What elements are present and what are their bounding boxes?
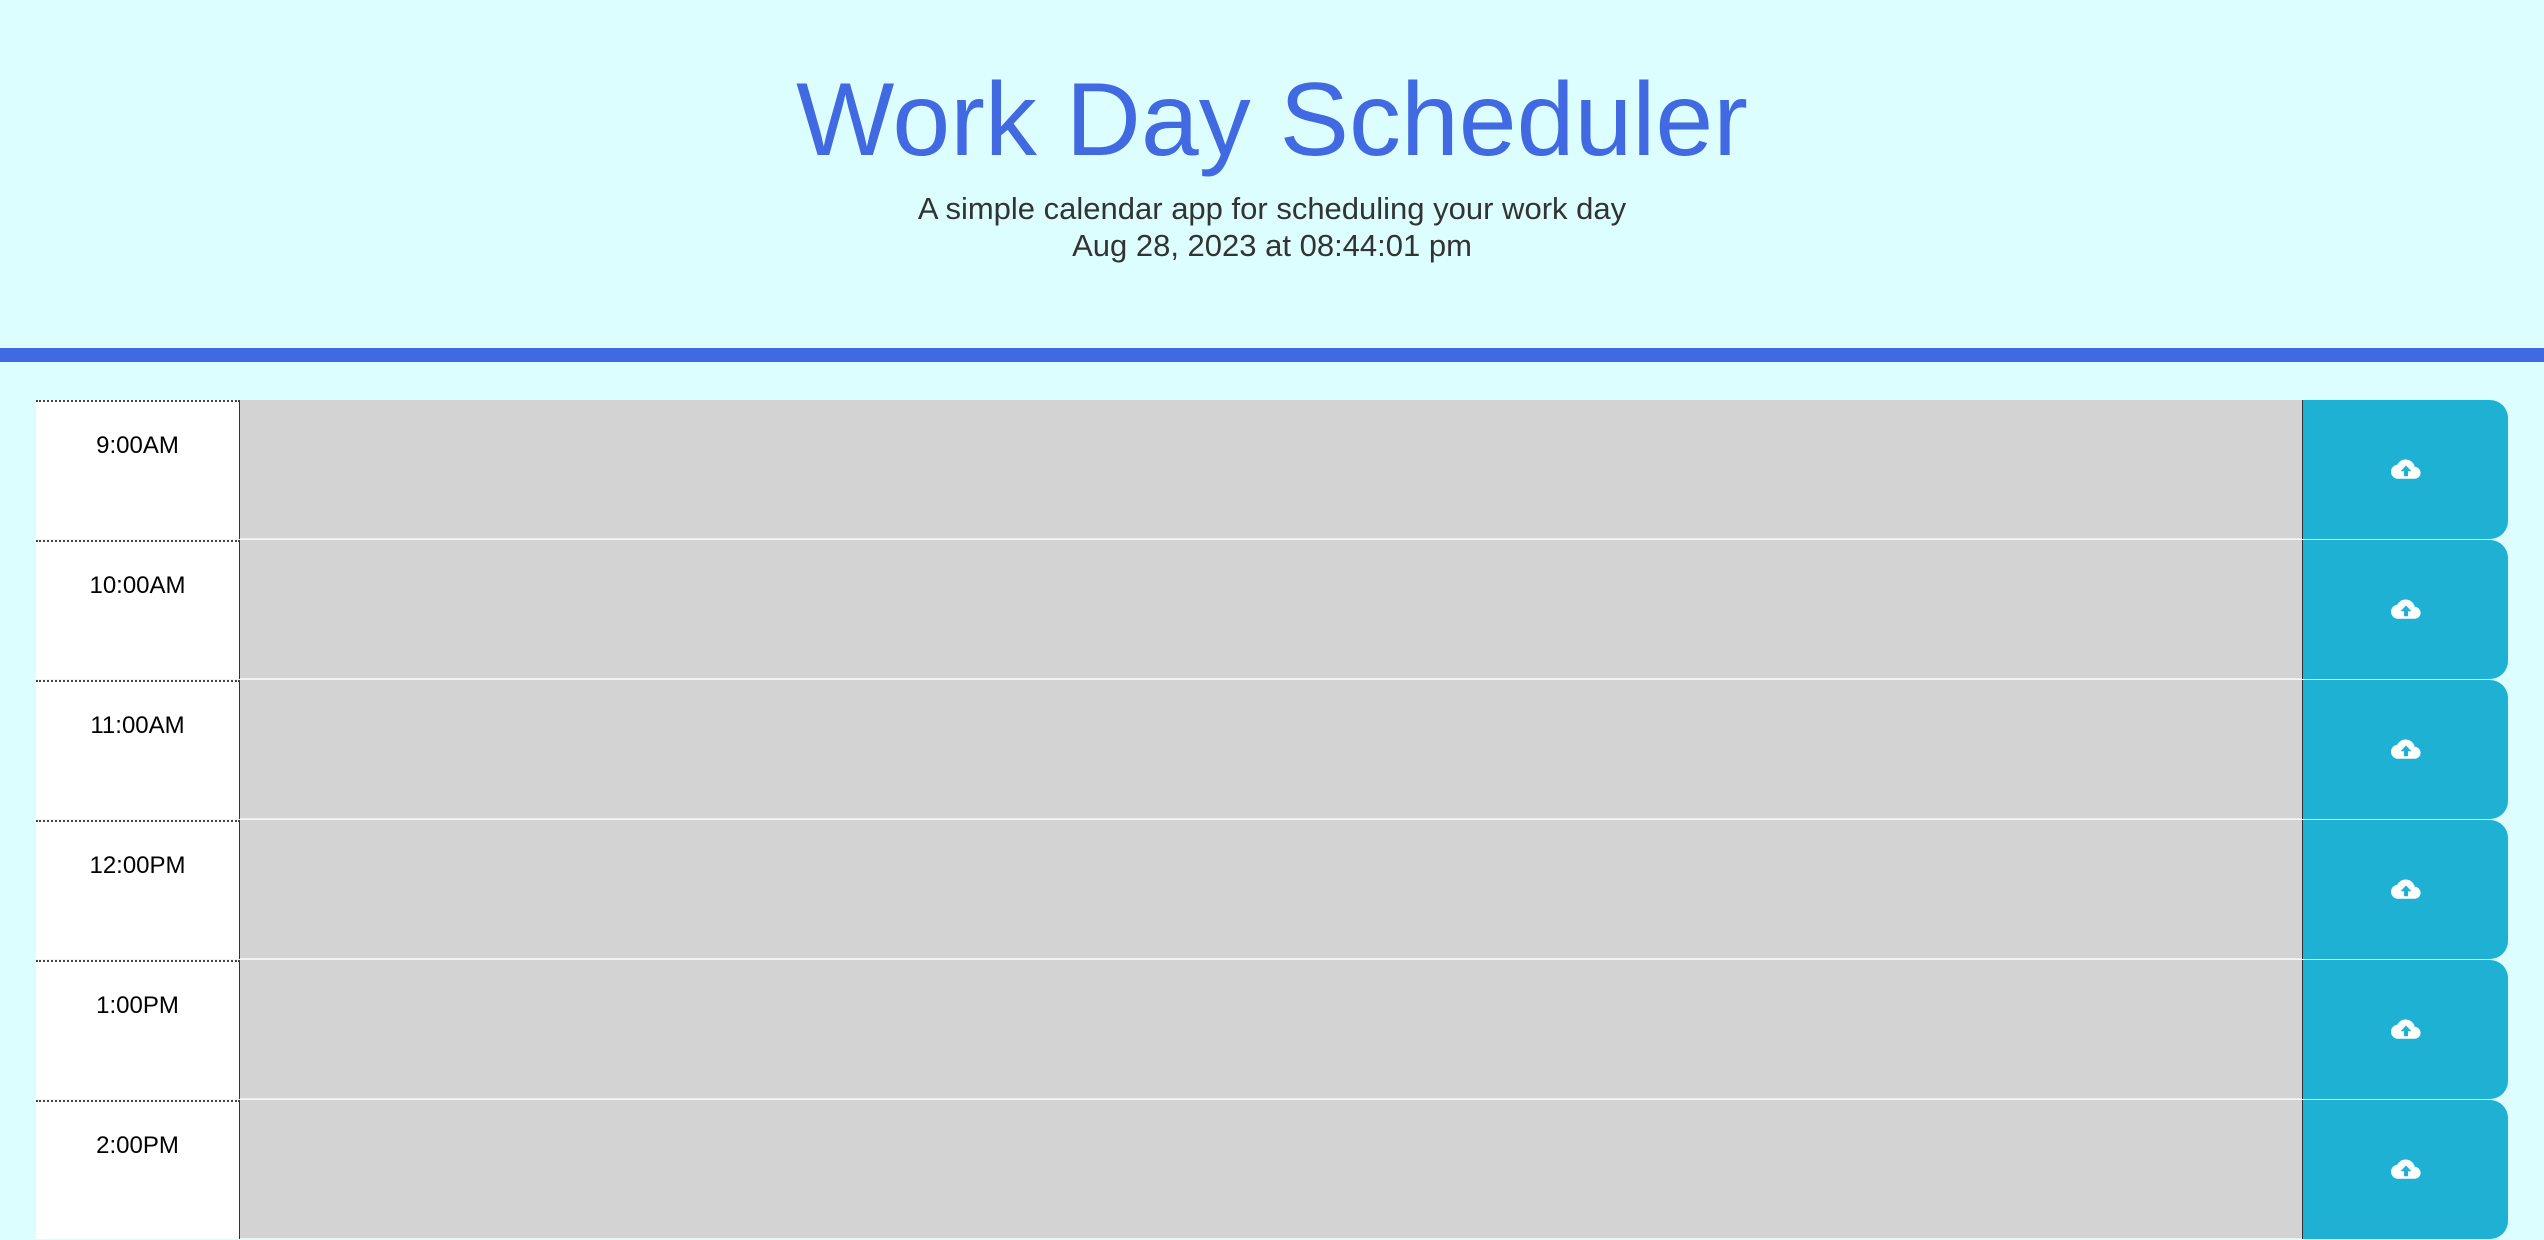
cloud-upload-icon <box>2390 1159 2421 1181</box>
page-subtitle: A simple calendar app for scheduling you… <box>917 191 1627 226</box>
time-block-row: 10:00AM <box>36 540 2508 680</box>
hour-label: 1:00PM <box>36 960 240 1099</box>
cloud-upload-icon <box>2390 599 2421 621</box>
event-description-input[interactable] <box>240 820 2302 959</box>
current-datetime: Aug 28, 2023 at 08:44:01 pm <box>1072 228 1472 263</box>
event-description-input[interactable] <box>240 400 2302 539</box>
hour-label: 11:00AM <box>36 680 240 819</box>
event-description-input[interactable] <box>240 960 2302 1099</box>
save-button[interactable] <box>2302 1100 2508 1239</box>
hour-label: 2:00PM <box>36 1100 240 1239</box>
hour-label: 9:00AM <box>36 400 240 539</box>
header-divider <box>0 348 2544 362</box>
event-description-input[interactable] <box>240 680 2302 819</box>
save-button[interactable] <box>2302 540 2508 679</box>
page-header: Work Day Scheduler A simple calendar app… <box>0 0 2544 348</box>
event-description-input[interactable] <box>240 1100 2302 1239</box>
time-block-row: 2:00PM <box>36 1100 2508 1240</box>
save-button[interactable] <box>2302 680 2508 819</box>
time-block-row: 11:00AM <box>36 680 2508 820</box>
hour-label: 12:00PM <box>36 820 240 959</box>
cloud-upload-icon <box>2390 1019 2421 1041</box>
event-description-input[interactable] <box>240 540 2302 679</box>
cloud-upload-icon <box>2390 459 2421 481</box>
hour-label: 10:00AM <box>36 540 240 679</box>
save-button[interactable] <box>2302 400 2508 539</box>
time-block-row: 9:00AM <box>36 400 2508 540</box>
save-button[interactable] <box>2302 820 2508 959</box>
save-button[interactable] <box>2302 960 2508 1099</box>
time-block-row: 1:00PM <box>36 960 2508 1100</box>
time-block-row: 12:00PM <box>36 820 2508 960</box>
cloud-upload-icon <box>2390 879 2421 901</box>
page-title: Work Day Scheduler <box>796 62 1748 178</box>
schedule-container: 9:00AM 10:00AM 11:00AM 12:00PM 1:00PM 2:… <box>36 400 2508 1240</box>
cloud-upload-icon <box>2390 739 2421 761</box>
